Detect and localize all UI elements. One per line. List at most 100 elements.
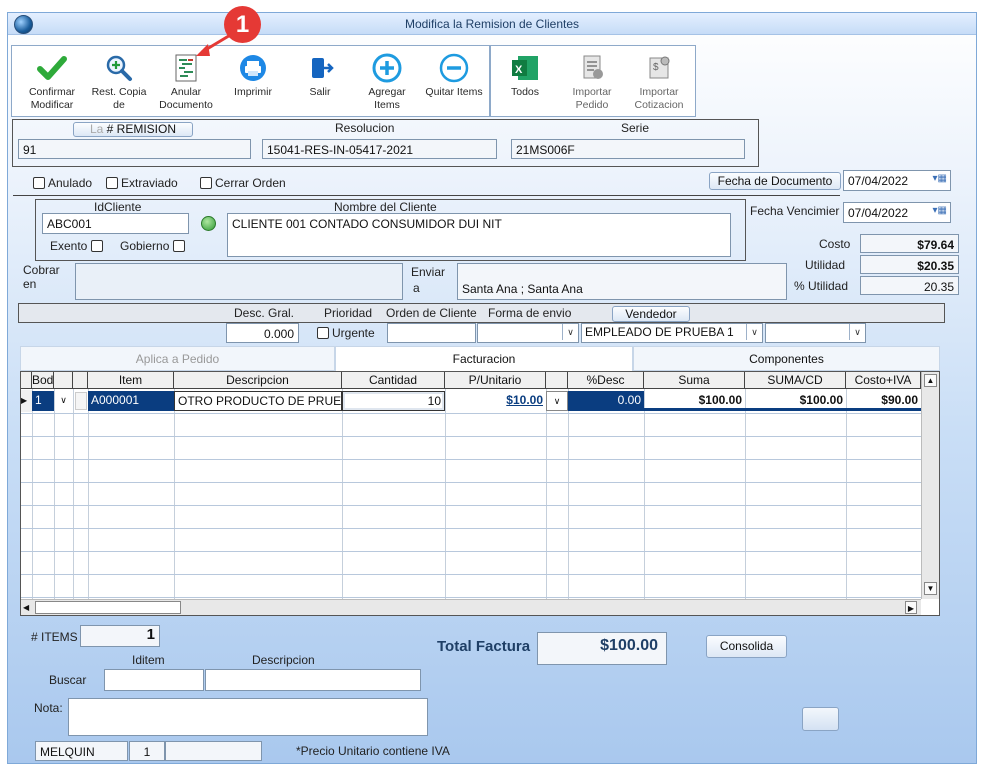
cell-pdesc[interactable]: 0.00	[568, 391, 644, 411]
exento-checkbox[interactable]: Exento	[50, 239, 106, 253]
cobrar-label-2: en	[23, 277, 37, 291]
nota-label: Nota:	[34, 701, 63, 715]
cell-button[interactable]	[75, 392, 87, 410]
nombre-cliente-field[interactable]: CLIENTE 001 CONTADO CONSUMIDOR DUI NIT	[227, 213, 731, 257]
vendedor-button[interactable]: Vendedor	[612, 306, 690, 322]
cobrar-en-field[interactable]	[75, 263, 403, 300]
scroll-left-icon[interactable]: ◀	[23, 601, 35, 614]
grid-line	[644, 389, 645, 599]
column-header[interactable]: Descripcion	[174, 372, 342, 389]
buscar-iditem-input[interactable]	[104, 669, 204, 691]
column-header[interactable]: Item	[88, 372, 174, 389]
grid-line	[21, 551, 921, 552]
checkbox-box	[172, 240, 185, 252]
cell-suma[interactable]: $100.00	[644, 391, 745, 411]
fecha-vencimiento-label: Fecha Vencimier	[750, 204, 840, 218]
grid-line	[546, 389, 547, 599]
putilidad-value: 20.35	[860, 276, 959, 295]
column-header[interactable]	[54, 372, 73, 389]
printer-icon	[240, 55, 266, 81]
column-header[interactable]	[546, 372, 568, 389]
cell-punitario[interactable]: $10.00	[445, 391, 546, 411]
remision-field[interactable]: 91	[18, 139, 251, 159]
add-items-button[interactable]: Agregar Items	[356, 47, 418, 117]
anulado-checkbox[interactable]: Anulado	[33, 176, 92, 190]
restore-copy-button[interactable]: Rest. Copia de	[88, 47, 150, 117]
items-count-value: 1	[80, 625, 160, 647]
column-header[interactable]: Suma	[644, 372, 745, 389]
client-valid-icon	[201, 216, 216, 231]
idcliente-field[interactable]: ABC001	[42, 213, 189, 234]
window-title: Modifica la Remision de Clientes	[404, 17, 580, 31]
cell-cantidad[interactable]: 10	[342, 391, 445, 411]
remision-prefix: La	[89, 122, 104, 136]
horizontal-scrollbar[interactable]: ◀ ▶	[21, 599, 921, 615]
export-all-button[interactable]: X Todos	[494, 47, 556, 117]
toolbar-label: Confirmar Modificar	[28, 86, 76, 111]
scroll-right-icon[interactable]: ▶	[905, 601, 917, 614]
column-header[interactable]: Costo+IVA	[846, 372, 921, 389]
blank-button[interactable]	[802, 707, 839, 731]
column-header[interactable]: Cantidad	[342, 372, 445, 389]
chevron-down-icon: ∨	[849, 324, 865, 340]
items-count-label: # ITEMS	[31, 630, 78, 644]
desc-gral-label: Desc. Gral.	[234, 306, 295, 320]
buscar-descripcion-input[interactable]	[205, 669, 421, 691]
nota-input[interactable]	[68, 698, 428, 736]
urgente-checkbox[interactable]: Urgente	[317, 326, 375, 340]
resolucion-field[interactable]: 15041-RES-IN-05417-2021	[262, 139, 497, 159]
column-header[interactable]: Bodega	[32, 372, 54, 389]
minus-circle-icon	[439, 53, 469, 83]
tab-facturacion[interactable]: Facturacion	[335, 346, 633, 372]
chevron-down-icon[interactable]: ∨	[546, 391, 568, 411]
items-grid[interactable]: Bodega Item Descripcion Cantidad P/Unita…	[20, 371, 940, 616]
column-header	[21, 372, 32, 389]
tab-componentes[interactable]: Componentes	[633, 346, 940, 371]
remision-label-button[interactable]: La # REMISION	[73, 122, 193, 137]
cell-costoiva[interactable]: $90.00	[846, 391, 921, 411]
forma-envio-select[interactable]: ∨	[477, 323, 579, 343]
exit-door-icon	[312, 58, 334, 78]
confirm-modify-button[interactable]: Confirmar Modificar	[21, 47, 83, 117]
tab-strip: Aplica a Pedido Facturacion Componentes	[20, 346, 940, 372]
cell-descripcion[interactable]: OTRO PRODUCTO DE PRUE	[174, 391, 342, 411]
extraviado-checkbox[interactable]: Extraviado	[106, 176, 178, 190]
scroll-up-icon[interactable]: ▲	[924, 374, 937, 387]
extra-select[interactable]: ∨	[765, 323, 866, 343]
iditem-label: Iditem	[132, 653, 165, 667]
checkbox-box	[33, 177, 45, 189]
tab-aplica-pedido[interactable]: Aplica a Pedido	[20, 346, 335, 371]
fecha-documento-picker[interactable]: 07/04/2022 ▾▦	[843, 170, 951, 191]
scroll-down-icon[interactable]: ▼	[924, 582, 937, 595]
toolbar-label: Rest. Copia de	[91, 86, 147, 111]
orden-cliente-field[interactable]	[387, 323, 476, 343]
scroll-thumb[interactable]	[35, 601, 181, 614]
cerrar-orden-checkbox[interactable]: Cerrar Orden	[200, 176, 286, 190]
idcliente-label: IdCliente	[94, 200, 142, 214]
desc-gral-field[interactable]: 0.000	[226, 323, 299, 343]
consolida-button[interactable]: Consolida	[706, 635, 787, 658]
column-header[interactable]: P/Unitario	[445, 372, 546, 389]
vertical-scrollbar[interactable]: ▲ ▼	[921, 372, 939, 599]
checkbox-box	[90, 240, 103, 252]
column-header[interactable]: SUMA/CD	[745, 372, 846, 389]
row-indicator: ▶	[21, 390, 32, 412]
import-order-button[interactable]: Importar Pedido	[561, 47, 623, 117]
column-header[interactable]	[73, 372, 88, 389]
remove-items-button[interactable]: Quitar Items	[423, 47, 485, 117]
column-header[interactable]: %Desc	[568, 372, 644, 389]
exit-button[interactable]: Salir	[289, 47, 351, 117]
fecha-documento-button[interactable]: Fecha de Documento	[709, 172, 841, 190]
resolucion-label: Resolucion	[335, 121, 395, 135]
cell-bodega[interactable]: 1	[32, 391, 54, 411]
serie-field[interactable]: 21MS006F	[511, 139, 745, 159]
toolbar-label: Anular Documento	[159, 86, 213, 111]
enviar-a-field[interactable]: Santa Ana ; Santa Ana	[457, 263, 787, 300]
fecha-vencimiento-picker[interactable]: 07/04/2022 ▾▦	[843, 202, 951, 223]
cell-item[interactable]: A000001	[88, 391, 174, 411]
chevron-down-icon[interactable]: ∨	[54, 391, 73, 411]
import-quote-button[interactable]: $ Importar Cotizacion	[628, 47, 690, 117]
gobierno-checkbox[interactable]: Gobierno	[120, 239, 188, 253]
cell-sumacd[interactable]: $100.00	[745, 391, 846, 411]
vendedor-select[interactable]: EMPLEADO DE PRUEBA 1 ∨	[581, 323, 763, 343]
